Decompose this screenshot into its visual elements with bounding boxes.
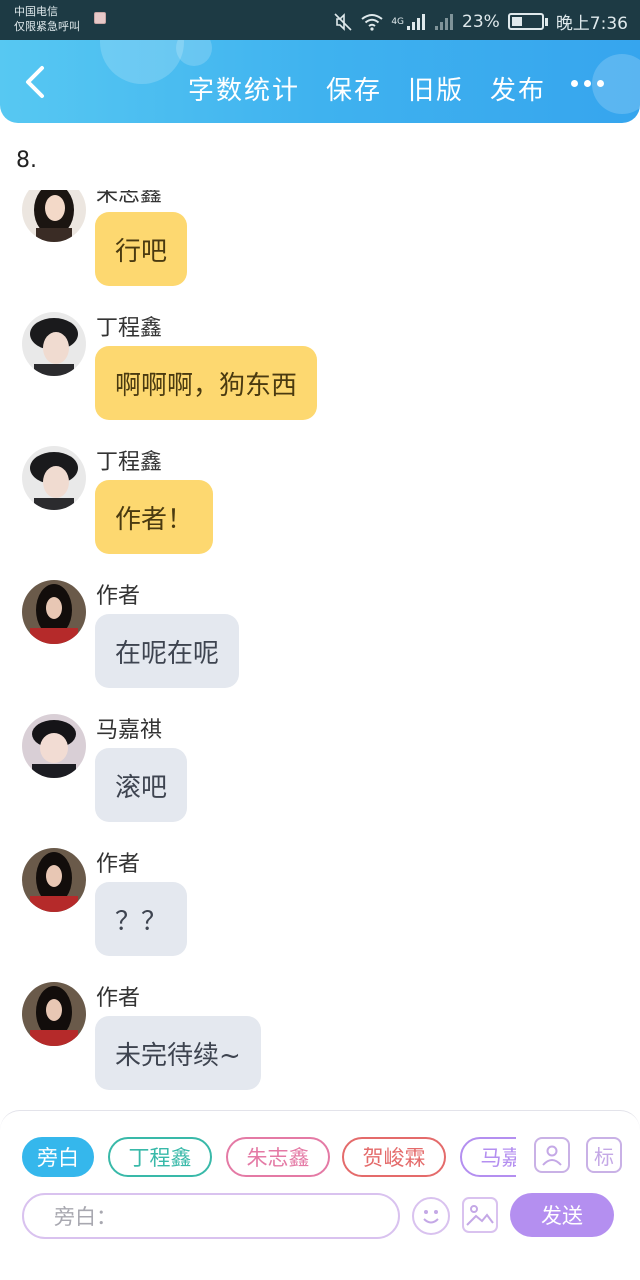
role-chip[interactable]: 贺峻霖 (342, 1137, 446, 1177)
message-bubble[interactable]: 作者！ (95, 480, 214, 554)
wifi-icon (361, 13, 383, 31)
avatar (22, 446, 86, 510)
carrier-status: 仅限紧急呼叫 (14, 20, 80, 33)
battery-icon (507, 13, 544, 30)
role-chip[interactable]: 丁程鑫 (108, 1137, 212, 1177)
status-bar: 中国电信 仅限紧急呼叫 4G 23% 晚上7:36 (0, 0, 640, 40)
message-bubble[interactable]: 啊啊啊，狗东西 (95, 346, 318, 420)
message-bubble[interactable]: 行吧 (95, 212, 188, 286)
avatar (22, 714, 86, 778)
chat-list[interactable]: 朱志鑫 行吧 丁程鑫 啊啊啊，狗东西 丁程鑫 作者！ 作者 在呢在呢 马嘉祺 滚… (0, 190, 640, 1110)
mute-icon (334, 12, 352, 31)
avatar (22, 848, 86, 912)
network-type: 4G (391, 16, 405, 27)
chapter-number[interactable]: 8. (16, 148, 37, 173)
avatar (22, 312, 86, 376)
save-button[interactable]: 保存 (326, 70, 382, 107)
decor-circle (100, 40, 184, 84)
role-manage-button[interactable] (534, 1137, 570, 1173)
message-bubble[interactable]: ？？ (95, 882, 188, 956)
chevron-left-icon (26, 66, 44, 98)
publish-button[interactable]: 发布 (490, 70, 546, 107)
image-icon (466, 1205, 494, 1226)
smile-icon (423, 1210, 439, 1224)
no-signal-icon (435, 13, 454, 30)
status-icons: 4G 23% 晚上7:36 (333, 9, 628, 34)
signal-icon (407, 13, 426, 30)
battery-tip (544, 17, 548, 26)
more-dot (584, 80, 591, 87)
back-button[interactable] (18, 62, 54, 102)
old-version-button[interactable]: 旧版 (408, 70, 464, 107)
send-button[interactable]: 发送 (510, 1193, 614, 1237)
avatar (22, 982, 86, 1046)
role-selector[interactable]: 旁白 丁程鑫 朱志鑫 贺峻霖 马嘉祺 (22, 1137, 516, 1179)
role-chip[interactable]: 朱志鑫 (226, 1137, 330, 1177)
sender-name: 作者 (96, 986, 141, 1011)
avatar (22, 580, 86, 644)
sender-name: 丁程鑫 (96, 316, 163, 341)
message-bubble[interactable]: 滚吧 (95, 748, 188, 822)
battery-percent: 23% (462, 11, 500, 32)
more-button[interactable] (571, 80, 604, 87)
sender-name: 作者 (96, 852, 141, 877)
header-actions: 字数统计 保存 旧版 发布 (188, 70, 546, 107)
sender-name: 马嘉祺 (96, 718, 163, 743)
notification-icon (94, 12, 106, 24)
image-button[interactable] (462, 1197, 498, 1233)
label-button[interactable]: 标 (586, 1137, 622, 1173)
composer-panel: 旁白 丁程鑫 朱志鑫 贺峻霖 马嘉祺 标 旁白： 发送 (0, 1110, 640, 1280)
message-input[interactable]: 旁白： (22, 1193, 400, 1239)
clock: 晚上7:36 (555, 14, 628, 34)
word-count-button[interactable]: 字数统计 (188, 70, 300, 107)
avatar (22, 190, 86, 242)
more-dot (571, 80, 578, 87)
sender-name: 朱志鑫 (96, 190, 163, 207)
sender-name: 丁程鑫 (96, 450, 163, 475)
decor-circle (176, 40, 212, 66)
message-bubble[interactable]: 未完待续~ (95, 1016, 261, 1090)
role-chip-narrator[interactable]: 旁白 (22, 1137, 94, 1177)
carrier-name: 中国电信 (14, 5, 58, 18)
carrier-info: 中国电信 仅限紧急呼叫 (14, 4, 80, 34)
message-bubble[interactable]: 在呢在呢 (95, 614, 240, 688)
top-toolbar: 字数统计 保存 旧版 发布 (0, 40, 640, 123)
sender-name: 作者 (96, 584, 141, 609)
role-chip[interactable]: 马嘉祺 (460, 1137, 516, 1177)
more-dot (597, 80, 604, 87)
emoji-button[interactable] (412, 1197, 450, 1235)
person-icon (542, 1145, 562, 1166)
